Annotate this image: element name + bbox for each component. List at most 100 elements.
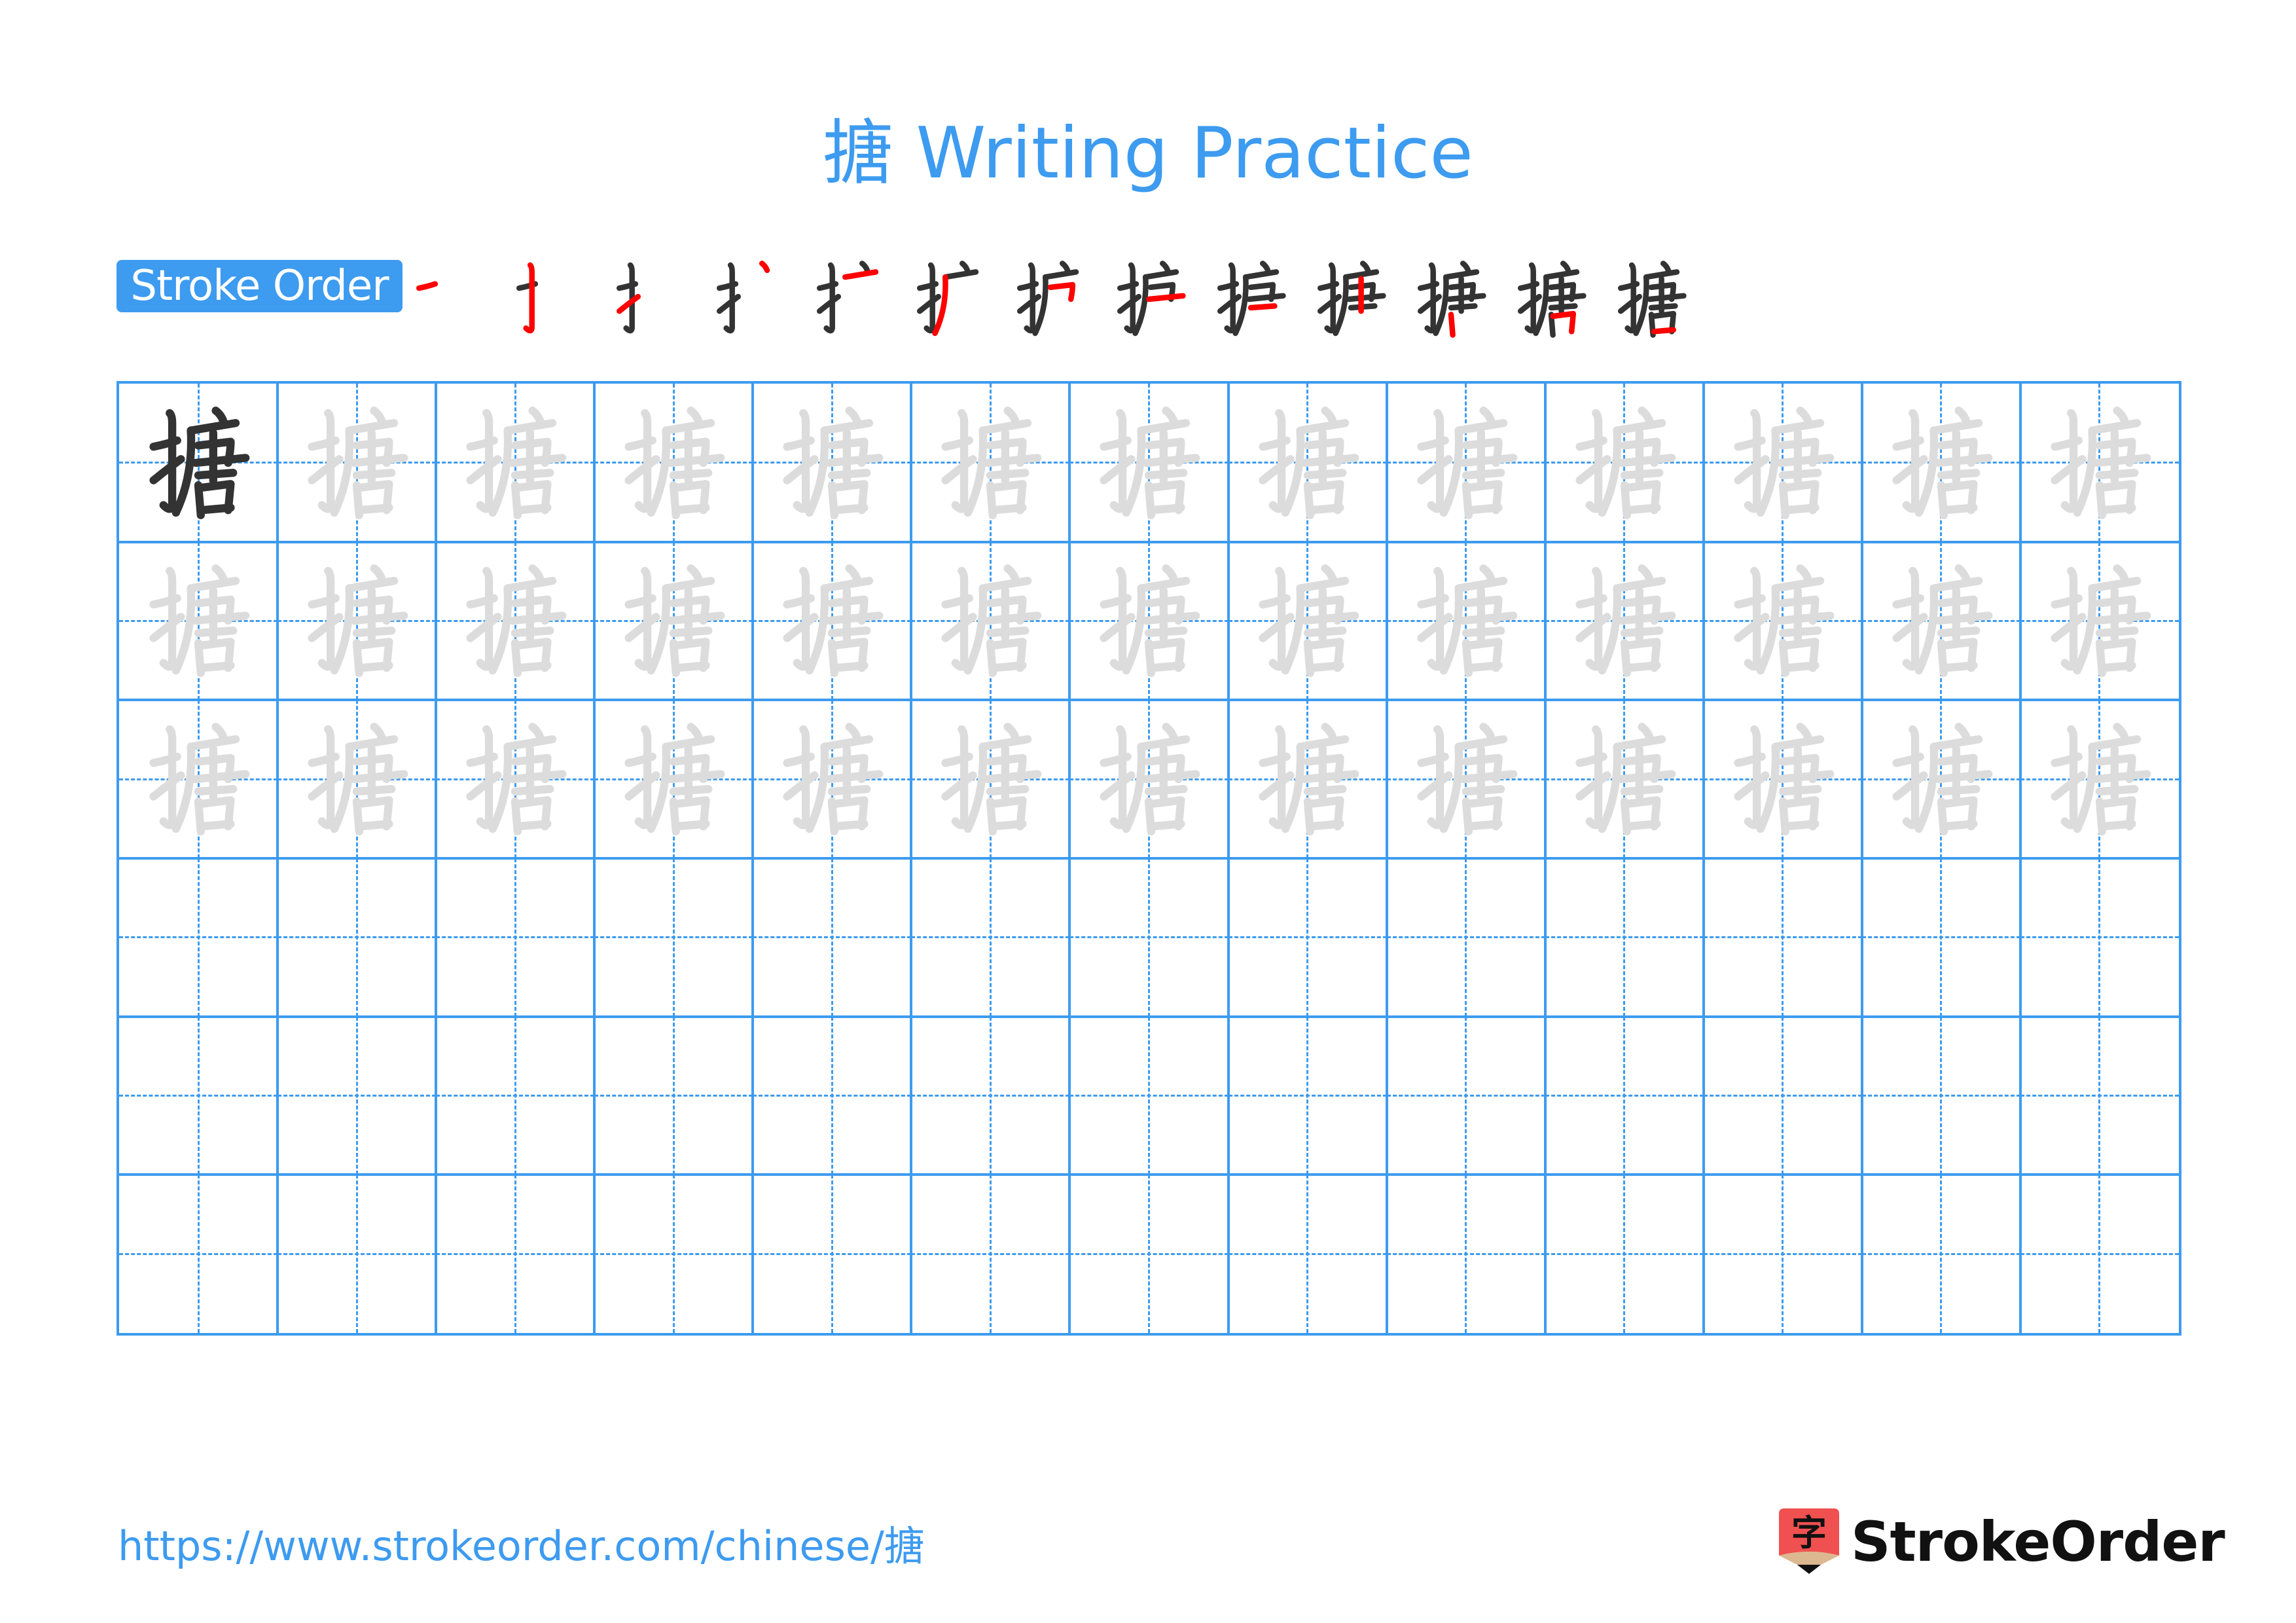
stroke-path-8 [1142, 770, 1200, 784]
practice-cell[interactable] [594, 1175, 753, 1333]
brand-logo[interactable]: 字 StrokeOrder [1779, 1506, 2225, 1578]
practice-cell[interactable] [1386, 384, 1545, 542]
practice-cell[interactable] [119, 1016, 278, 1175]
stroke-path-4 [1638, 406, 1653, 425]
stroke-path-8 [1617, 611, 1676, 625]
cell-horizontal-guide [1386, 1252, 1545, 1255]
practice-cell[interactable] [2020, 858, 2179, 1017]
practice-cell[interactable] [1228, 858, 1387, 1017]
practice-cell[interactable] [119, 541, 278, 701]
practice-cell[interactable] [753, 1016, 912, 1175]
practice-cell[interactable] [753, 858, 912, 1017]
practice-cell[interactable] [1069, 1016, 1229, 1175]
practice-cell[interactable] [1386, 858, 1545, 1017]
practice-cell[interactable] [594, 858, 753, 1017]
practice-cell[interactable] [911, 700, 1070, 858]
practice-cell[interactable] [1545, 384, 1704, 542]
stroke-path-13 [2099, 661, 2136, 672]
stroke-path-4 [1638, 564, 1653, 583]
stroke-path-8 [825, 454, 884, 467]
practice-cell[interactable] [1703, 541, 1862, 701]
practice-cell[interactable] [753, 700, 912, 858]
practice-cell[interactable] [911, 858, 1070, 1017]
practice-cell[interactable] [1703, 700, 1862, 858]
practice-cell[interactable] [2020, 1016, 2179, 1175]
practice-cell[interactable] [1545, 541, 1704, 701]
practice-cell[interactable] [436, 1175, 595, 1333]
practice-cell[interactable] [278, 858, 437, 1017]
practice-cell[interactable] [1069, 384, 1229, 542]
practice-cell[interactable] [436, 700, 595, 858]
practice-cell[interactable] [1386, 541, 1545, 701]
practice-cell[interactable] [1703, 1016, 1862, 1175]
practice-cell[interactable] [119, 384, 278, 542]
practice-cell[interactable] [911, 1175, 1070, 1333]
practice-cell[interactable] [278, 384, 437, 542]
practice-cell[interactable] [1703, 384, 1862, 542]
practice-cell[interactable] [436, 384, 595, 542]
practice-cell[interactable] [1861, 1175, 2020, 1333]
practice-cell[interactable] [278, 1175, 437, 1333]
practice-cell[interactable] [1703, 1175, 1862, 1333]
practice-cell[interactable] [1861, 858, 2020, 1017]
practice-cell[interactable] [1545, 858, 1704, 1017]
practice-cell[interactable] [2020, 1175, 2179, 1333]
practice-cell[interactable] [278, 1016, 437, 1175]
practice-cell[interactable] [753, 541, 912, 701]
practice-cell[interactable] [1861, 1016, 2020, 1175]
practice-cell[interactable] [1861, 541, 2020, 701]
practice-cell[interactable] [911, 1016, 1070, 1175]
practice-cell[interactable] [1861, 384, 2020, 542]
stroke-path-3 [1575, 771, 1611, 801]
practice-cell[interactable] [1228, 384, 1387, 542]
practice-cell[interactable] [1386, 700, 1545, 858]
practice-cell[interactable] [1069, 700, 1229, 858]
practice-cell[interactable] [119, 1175, 278, 1333]
model-character [149, 406, 250, 519]
practice-cell[interactable] [2020, 541, 2179, 701]
practice-cell[interactable] [1069, 541, 1229, 701]
practice-cell[interactable] [1545, 1175, 1704, 1333]
practice-cell[interactable] [1703, 858, 1862, 1017]
practice-cell[interactable] [1228, 700, 1387, 858]
stroke-path-4 [687, 723, 703, 741]
practice-cell[interactable] [594, 541, 753, 701]
practice-cell[interactable] [436, 541, 595, 701]
practice-cell[interactable] [1228, 1016, 1387, 1175]
practice-cell[interactable] [753, 1175, 912, 1333]
footer-url-link[interactable]: https://www.strokeorder.com/chinese/搪 [118, 1520, 925, 1573]
practice-cell[interactable] [594, 384, 753, 542]
stroke-path-8 [2092, 611, 2151, 625]
practice-cell[interactable] [2020, 700, 2179, 858]
stroke-path-8 [1300, 611, 1359, 625]
practice-cell[interactable] [278, 700, 437, 858]
practice-cell[interactable] [1228, 541, 1387, 701]
trace-character [1734, 723, 1835, 836]
practice-cell[interactable] [1228, 1175, 1387, 1333]
practice-cell[interactable] [1386, 1175, 1545, 1333]
practice-cell[interactable] [2020, 384, 2179, 542]
cell-horizontal-guide [594, 1094, 753, 1097]
practice-cell[interactable] [594, 1016, 753, 1175]
cell-horizontal-guide [1228, 1094, 1387, 1097]
stroke-path-8 [667, 770, 725, 784]
practice-cell[interactable] [436, 1016, 595, 1175]
practice-cell[interactable] [911, 541, 1070, 701]
stroke-path-2 [823, 262, 835, 334]
practice-cell[interactable] [278, 541, 437, 701]
trace-character [1258, 406, 1359, 519]
stroke-path-3 [1100, 613, 1136, 643]
practice-cell[interactable] [119, 858, 278, 1017]
practice-cell[interactable] [1069, 858, 1229, 1017]
practice-cell[interactable] [594, 700, 753, 858]
practice-cell[interactable] [1545, 700, 1704, 858]
practice-cell[interactable] [436, 858, 595, 1017]
practice-cell[interactable] [1386, 1016, 1545, 1175]
practice-cell[interactable] [1545, 1016, 1704, 1175]
practice-cell[interactable] [753, 384, 912, 542]
practice-cell[interactable] [911, 384, 1070, 542]
practice-cell[interactable] [1069, 1175, 1229, 1333]
practice-cell[interactable] [119, 700, 278, 858]
stroke-path-4 [1479, 406, 1495, 425]
practice-cell[interactable] [1861, 700, 2020, 858]
